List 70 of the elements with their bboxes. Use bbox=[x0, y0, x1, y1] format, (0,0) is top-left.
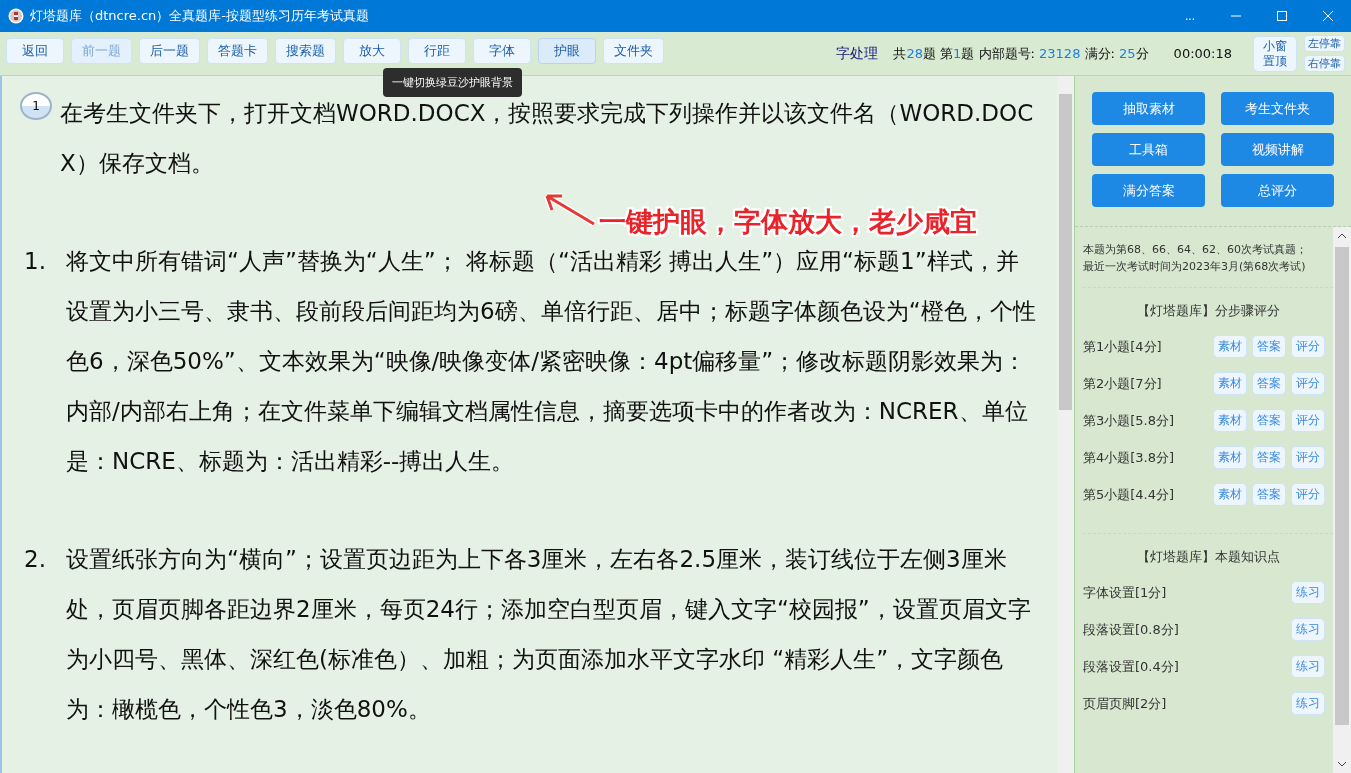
question-step-text: 将文中所有错词“人声”替换为“人生”； 将标题（“活出精彩 搏出人生”）应用“标题1”样式，并设置为小三号、隶书、段前段后间距均为6磅、单倍行距、居中；标题字体颜色设为“橙色，个性色6，深色50%”、文本效果为“映像/映像变体/紧密映像：4pt偏移量”；修改标题阴影效果为：内部/内部右上角；在文件菜单下编辑文档属性信息，摘要选项卡中的作者改为：NCRER、单位是：NCRE、标题为：活出精彩--搏出人生。 bbox=[66, 247, 1037, 476]
toolbar-button[interactable]: 行距 bbox=[408, 37, 466, 64]
step-label: 第3小题[5.8分] bbox=[1083, 411, 1175, 430]
question-number-badge: 1 bbox=[20, 92, 52, 120]
knowledge-point-label: 字体设置[1分] bbox=[1083, 583, 1167, 602]
lighthouse-logo-icon bbox=[8, 8, 24, 24]
practice-button[interactable]: 练习 bbox=[1291, 655, 1325, 678]
step-button[interactable]: 素材 bbox=[1213, 483, 1247, 506]
section-heading: 【灯塔题库】分步骤评分 bbox=[1135, 302, 1281, 320]
knowledge-point-label: 段落设置[0.8分] bbox=[1083, 620, 1179, 639]
step-label: 第4小题[3.8分] bbox=[1083, 448, 1175, 467]
step-button[interactable]: 评分 bbox=[1291, 335, 1325, 358]
toolbar-button[interactable]: 文件夹 bbox=[603, 37, 664, 64]
toolbar-button[interactable]: 护眼 bbox=[538, 37, 596, 64]
question-step-text: 设置纸张方向为“横向”；设置页边距为上下各3厘米，左右各2.5厘米，装订线位于左侧3厘米处，页眉页脚各距边界2厘米，每页24行；添加空白型页眉，键入文字“校园报”，设置页眉文字为小四号、黑体、深红色(标准色）、加粗；为页面添加水平文字水印 “精彩人生”，文字颜色为：橄榄色，个性色3，淡色80%。 bbox=[66, 545, 1032, 724]
category-label: 字处理 bbox=[836, 44, 879, 63]
step-button[interactable]: 答案 bbox=[1252, 446, 1286, 469]
tooltip: 一键切换绿豆沙护眼背景 bbox=[383, 68, 522, 97]
action-button[interactable]: 视频讲解 bbox=[1221, 133, 1334, 166]
dock-button[interactable]: 左停靠 bbox=[1304, 35, 1345, 52]
exam-note: 最近一次考试时间为2023年3月(第68次考试) bbox=[1083, 259, 1307, 275]
toolbar-button[interactable]: 返回 bbox=[6, 37, 64, 64]
exam-note: 本题为第68、66、64、62、60次考试真题； bbox=[1083, 242, 1308, 258]
toolbar-button[interactable]: 搜索题 bbox=[275, 37, 336, 64]
scrollbar[interactable] bbox=[1333, 227, 1351, 773]
step-label: 第5小题[4.4分] bbox=[1083, 485, 1175, 504]
maximize-icon bbox=[1276, 10, 1288, 22]
step-button[interactable]: 答案 bbox=[1252, 409, 1286, 432]
practice-button[interactable]: 练习 bbox=[1291, 618, 1325, 641]
practice-button[interactable]: 练习 bbox=[1291, 581, 1325, 604]
arrow-icon bbox=[542, 192, 598, 228]
window-title: 灯塔题库（dtncre.cn）全真题库-按题型练习历年考试真题 bbox=[30, 7, 369, 25]
toolbar-button[interactable]: 字体 bbox=[473, 37, 531, 64]
more-button[interactable]: ... bbox=[1167, 0, 1213, 32]
step-button[interactable]: 评分 bbox=[1291, 409, 1325, 432]
toolbar-button[interactable]: 放大 bbox=[343, 37, 401, 64]
step-button[interactable]: 素材 bbox=[1213, 335, 1247, 358]
practice-button[interactable]: 练习 bbox=[1291, 692, 1325, 715]
step-button[interactable]: 评分 bbox=[1291, 446, 1325, 469]
toolbar-button[interactable]: 后一题 bbox=[139, 37, 200, 64]
annotation-text: 一键护眼，字体放大，老少咸宜 bbox=[599, 205, 977, 239]
step-button[interactable]: 素材 bbox=[1213, 372, 1247, 395]
action-button[interactable]: 总评分 bbox=[1221, 174, 1334, 207]
step-button[interactable]: 评分 bbox=[1291, 483, 1325, 506]
knowledge-point-label: 页眉页脚[2分] bbox=[1083, 694, 1167, 713]
list-marker: 2. bbox=[23, 545, 47, 574]
action-button[interactable]: 抽取素材 bbox=[1092, 92, 1205, 125]
list-marker: 1. bbox=[23, 247, 47, 276]
pin-window-button[interactable]: 小窗 置顶 bbox=[1253, 35, 1297, 72]
question-intro: 在考生文件夹下，打开文档WORD.DOCX，按照要求完成下列操作并以该文件名（WORD.DOCX）保存文档。 bbox=[60, 99, 1035, 178]
knowledge-point-label: 段落设置[0.4分] bbox=[1083, 657, 1179, 676]
question-stats: 共28题 第1题 内部题号: 23128 满分: 25分 bbox=[893, 44, 1149, 63]
step-button[interactable]: 答案 bbox=[1252, 483, 1286, 506]
step-label: 第2小题[7分] bbox=[1083, 374, 1162, 393]
scroll-up-icon bbox=[1337, 233, 1347, 239]
step-label: 第1小题[4分] bbox=[1083, 337, 1162, 356]
action-button[interactable]: 工具箱 bbox=[1092, 133, 1205, 166]
action-button[interactable]: 满分答案 bbox=[1092, 174, 1205, 207]
timer: 00:00:18 bbox=[1173, 46, 1232, 61]
toolbar-button[interactable]: 答题卡 bbox=[207, 37, 268, 64]
scrollbar[interactable] bbox=[1057, 76, 1074, 773]
action-button[interactable]: 考生文件夹 bbox=[1221, 92, 1334, 125]
dock-button[interactable]: 右停靠 bbox=[1304, 55, 1345, 72]
step-button[interactable]: 素材 bbox=[1213, 409, 1247, 432]
step-button[interactable]: 素材 bbox=[1213, 446, 1247, 469]
step-button[interactable]: 答案 bbox=[1252, 372, 1286, 395]
step-button[interactable]: 答案 bbox=[1252, 335, 1286, 358]
step-button[interactable]: 评分 bbox=[1291, 372, 1325, 395]
scroll-down-icon bbox=[1337, 761, 1347, 767]
close-icon bbox=[1322, 10, 1334, 22]
